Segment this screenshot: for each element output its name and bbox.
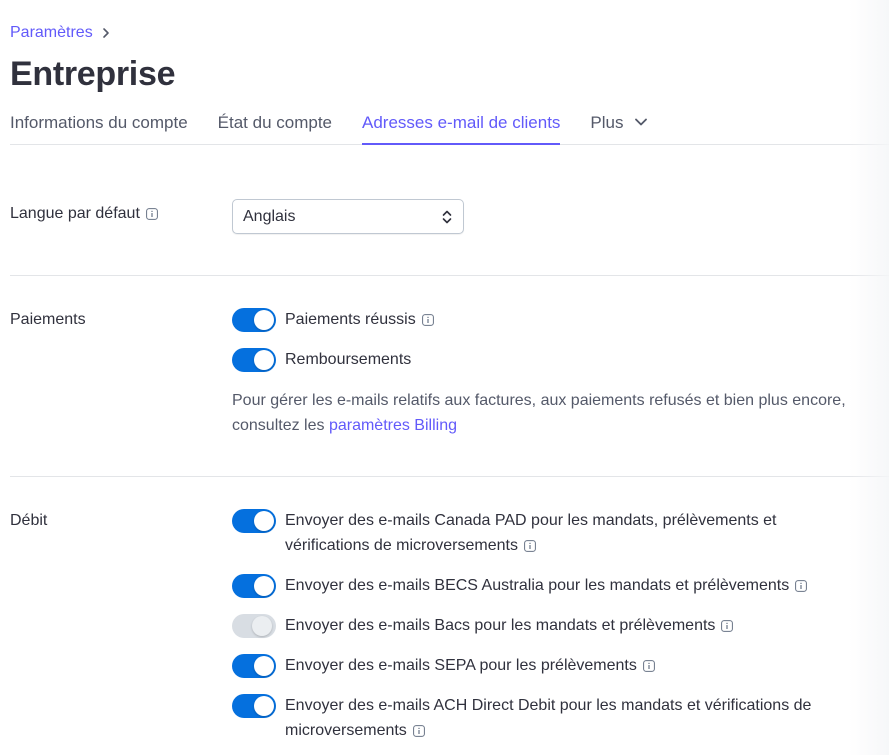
section-divider [10, 476, 889, 477]
info-icon[interactable] [642, 659, 655, 672]
toggle-knob [254, 511, 274, 531]
toggle-switch[interactable] [232, 694, 276, 718]
toggle-item-remboursements: Remboursements [232, 348, 411, 372]
language-select-value: Anglais [243, 207, 296, 225]
toggle-label-text: Paiements réussis [285, 311, 416, 328]
chevron-right-icon [102, 28, 109, 38]
toggle-item-canada-pad: Envoyer des e-mails Canada PAD pour les … [232, 509, 777, 558]
info-icon[interactable] [524, 539, 536, 552]
toggle-item-ach-direct-debit: Envoyer des e-mails ACH Direct Debit pou… [232, 694, 811, 743]
toggle-knob [254, 576, 274, 596]
billing-note: Pour gérer les e-mails relatifs aux fact… [232, 388, 889, 438]
toggle-label-line2: microversements [285, 722, 407, 739]
tab-plus-label: Plus [590, 113, 624, 132]
breadcrumb-link-parametres[interactable]: Paramètres [10, 23, 93, 43]
tab-adresses-email-clients[interactable]: Adresses e-mail de clients [362, 112, 561, 145]
toggle-label: Remboursements [285, 347, 411, 372]
toggle-label-line2: vérifications de microversements [285, 537, 518, 554]
toggle-label-line1: Envoyer des e-mails ACH Direct Debit pou… [285, 697, 812, 714]
info-icon[interactable] [412, 724, 425, 737]
toggle-item-bacs: Envoyer des e-mails Bacs pour les mandat… [232, 613, 734, 638]
toggle-label-text: Envoyer des e-mails Bacs pour les mandat… [285, 617, 716, 634]
toggle-knob [254, 696, 274, 716]
tab-bar: Informations du compte État du compte Ad… [10, 112, 889, 145]
toggle-switch-disabled[interactable] [232, 614, 276, 638]
toggle-switch[interactable] [232, 348, 276, 372]
info-icon[interactable] [421, 313, 434, 326]
language-label: Langue par défaut [10, 205, 140, 222]
billing-note-text: Pour gérer les e-mails relatifs aux fact… [232, 392, 846, 434]
toggle-label: Envoyer des e-mails Bacs pour les mandat… [285, 613, 734, 638]
toggle-knob [252, 616, 272, 636]
toggle-knob [254, 350, 274, 370]
toggle-label-text: Envoyer des e-mails BECS Australia pour … [285, 577, 790, 594]
tab-informations-du-compte[interactable]: Informations du compte [10, 112, 188, 143]
section-divider [10, 275, 889, 276]
debit-label: Débit [10, 512, 48, 529]
toggle-label: Envoyer des e-mails ACH Direct Debit pou… [285, 693, 811, 743]
billing-settings-link[interactable]: paramètres Billing [329, 417, 457, 434]
breadcrumb: Paramètres [10, 23, 111, 43]
debit-row-label: Débit [10, 511, 47, 531]
toggle-label: Envoyer des e-mails BECS Australia pour … [285, 573, 808, 598]
info-icon[interactable] [145, 208, 158, 220]
language-row-label: Langue par défaut [10, 204, 158, 224]
toggle-item-becs-australia: Envoyer des e-mails BECS Australia pour … [232, 573, 808, 598]
info-icon[interactable] [721, 619, 734, 632]
toggle-item-sepa: Envoyer des e-mails SEPA pour les prélèv… [232, 654, 655, 678]
toggle-label: Paiements réussis [285, 307, 434, 332]
toggle-label-text: Remboursements [285, 351, 412, 368]
toggle-knob [254, 656, 274, 676]
toggle-label-text: Envoyer des e-mails SEPA pour les prélèv… [285, 657, 637, 674]
info-icon[interactable] [795, 579, 808, 592]
tab-plus[interactable]: Plus [590, 112, 647, 143]
toggle-label: Envoyer des e-mails Canada PAD pour les … [285, 508, 777, 558]
tab-etat-du-compte[interactable]: État du compte [218, 112, 332, 143]
language-select[interactable]: Anglais [232, 199, 464, 234]
toggle-item-paiements-reussis: Paiements réussis [232, 308, 434, 332]
toggle-switch[interactable] [232, 654, 276, 678]
settings-page: Paramètres Entreprise Informations du co… [10, 0, 889, 755]
payments-row-label: Paiements [10, 310, 86, 330]
payments-label: Paiements [10, 311, 86, 328]
toggle-label-line1: Envoyer des e-mails Canada PAD pour les … [285, 512, 777, 529]
page-title: Entreprise [10, 55, 176, 93]
toggle-knob [254, 310, 274, 330]
toggle-switch[interactable] [232, 574, 276, 598]
toggle-switch[interactable] [232, 509, 276, 533]
chevron-down-icon [634, 118, 647, 126]
toggle-label: Envoyer des e-mails SEPA pour les prélèv… [285, 653, 655, 678]
updown-chevron-icon [442, 210, 452, 223]
toggle-switch[interactable] [232, 308, 276, 332]
